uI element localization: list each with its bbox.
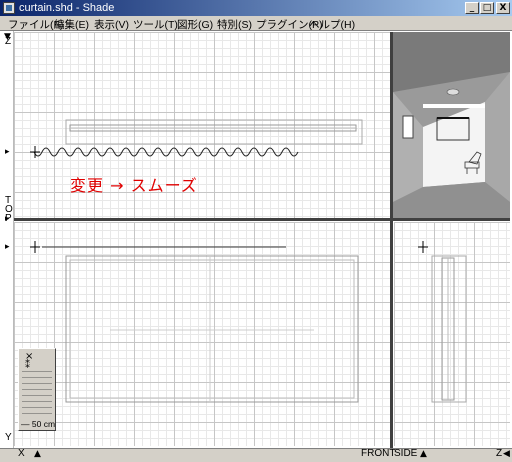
menu-edit[interactable]: 編集(E) xyxy=(54,17,89,32)
close-button[interactable]: X xyxy=(496,2,510,14)
scale-ruler xyxy=(22,371,52,419)
room-render xyxy=(393,32,510,218)
menu-help[interactable]: ヘルプ(H) xyxy=(309,17,355,32)
scale-tool-palette[interactable]: × ⁑ — 50 cm xyxy=(18,348,56,431)
minimize-button[interactable]: _ xyxy=(465,2,479,14)
menu-view[interactable]: 表示(V) xyxy=(94,17,129,32)
bottom-left-scroll-arrow-icon[interactable]: ▲ xyxy=(34,449,41,459)
pin-icon[interactable]: ⁑ xyxy=(25,360,30,371)
side-view-label: SIDE xyxy=(394,448,418,459)
y-axis-label: Y xyxy=(5,432,12,443)
ruler-marker-icon[interactable]: ▸ xyxy=(5,242,10,252)
menu-bar: ファイル(F) 編集(E) 表示(V) ツール(T) 図形(G) 特別(S) プ… xyxy=(0,16,512,31)
title-bar[interactable]: curtain.shd - Shade _ □ X xyxy=(0,0,512,16)
left-ruler[interactable] xyxy=(0,31,14,448)
menu-shape[interactable]: 図形(G) xyxy=(177,17,213,32)
front-view-drawing xyxy=(30,241,359,403)
maximize-button[interactable]: □ xyxy=(480,2,494,14)
bottom-mid-scroll-arrow-icon[interactable]: ▲ xyxy=(420,449,427,459)
front-view-label: FRONT xyxy=(361,448,396,459)
window-title: curtain.shd - Shade xyxy=(19,2,115,14)
horizontal-splitter[interactable] xyxy=(14,218,510,221)
annotation-text: 変更 → スムーズ xyxy=(70,176,198,195)
side-view-drawing xyxy=(418,241,467,403)
shade-app-icon[interactable] xyxy=(3,2,15,14)
perspective-view[interactable] xyxy=(393,32,510,218)
bottom-right-scroll-arrow-icon[interactable]: ◀ xyxy=(503,449,510,459)
z-axis-right-label: Z xyxy=(496,448,503,459)
menu-tools[interactable]: ツール(T) xyxy=(133,17,178,32)
status-bar xyxy=(0,448,512,462)
top-scroll-arrow-icon[interactable]: ▼ xyxy=(4,32,11,42)
scale-label: — 50 cm xyxy=(21,419,56,429)
ruler-marker-icon[interactable]: ▸ xyxy=(5,147,10,157)
ruler-marker-icon[interactable]: ▸ xyxy=(5,214,10,224)
x-axis-label: X xyxy=(18,448,25,459)
menu-special[interactable]: 特別(S) xyxy=(217,17,252,32)
